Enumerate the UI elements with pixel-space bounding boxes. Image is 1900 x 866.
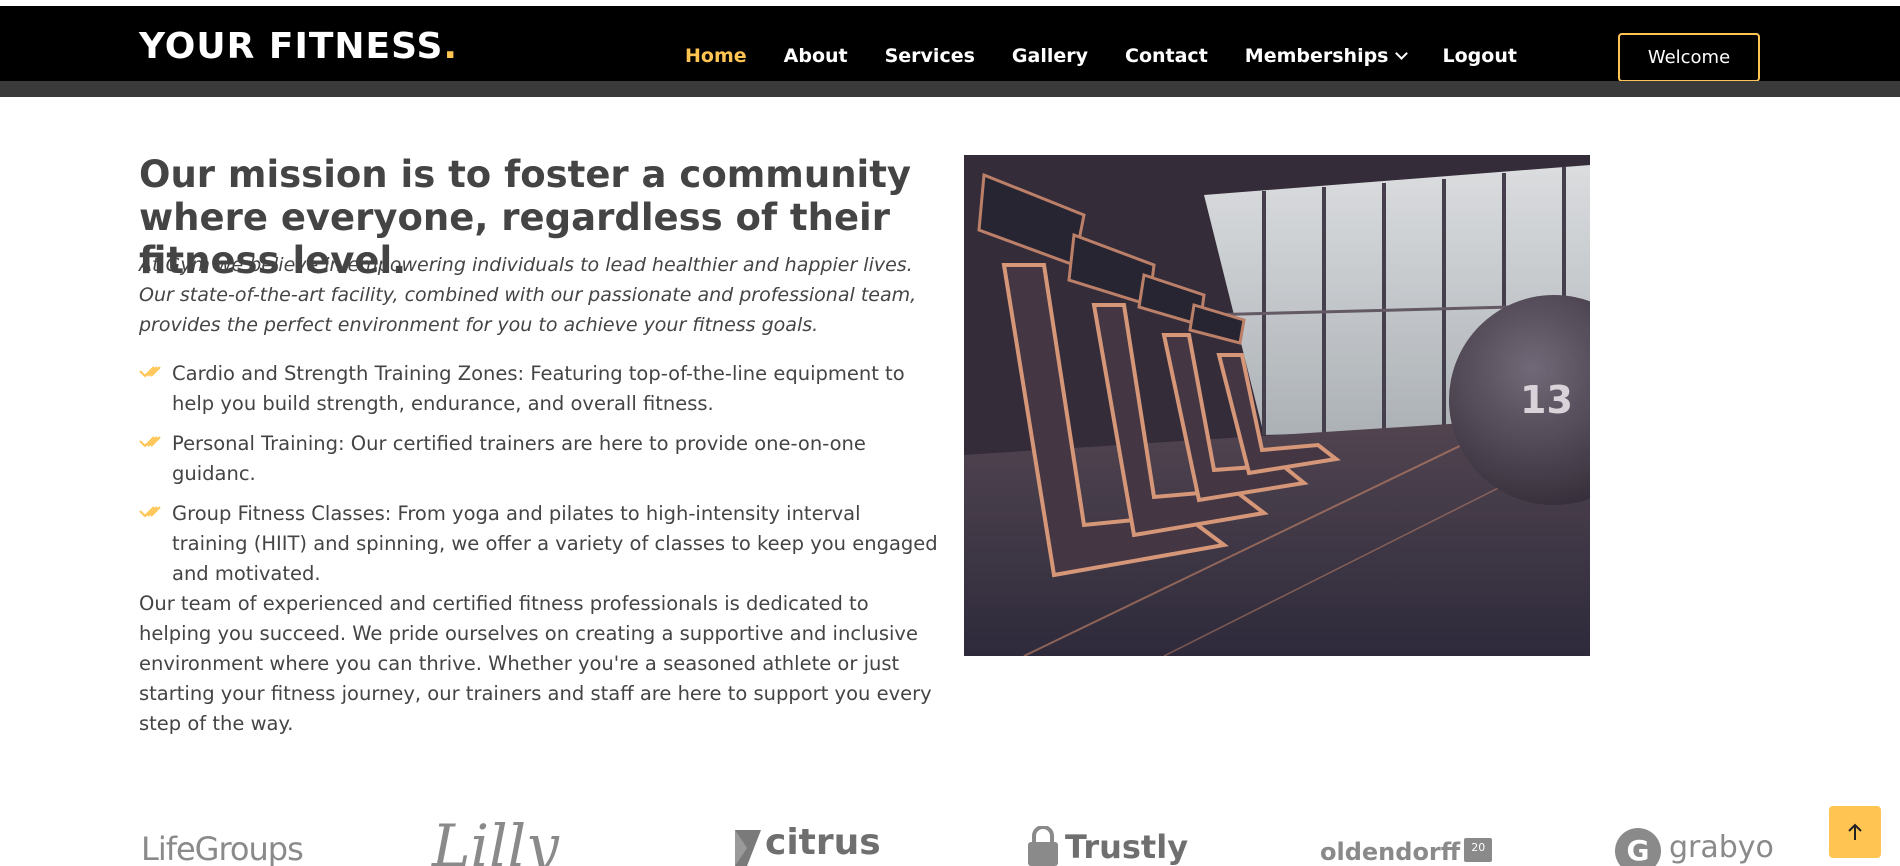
header-bottom-strip	[0, 81, 1900, 97]
client-logo-lifegroups: LifeGroups	[141, 818, 304, 866]
double-check-icon	[139, 506, 161, 518]
double-check-icon	[139, 436, 161, 448]
nav-gallery[interactable]: Gallery	[1012, 45, 1088, 67]
about-lead: At Gym we believe in empowering individu…	[139, 254, 917, 336]
site-header: YOUR FITNESS. Home About Services Galler…	[0, 6, 1900, 82]
client-logo-text: Trustly	[1065, 828, 1189, 866]
nav-logout[interactable]: Logout	[1443, 45, 1517, 67]
double-check-icon	[139, 366, 161, 378]
welcome-button[interactable]: Welcome	[1618, 33, 1760, 82]
gym-illustration: 13	[964, 155, 1590, 656]
feature-text: Personal Training: Our certified trainer…	[172, 432, 866, 485]
client-logo-text: grabyo	[1669, 830, 1774, 865]
logo-text: YOUR FITNESS	[139, 26, 444, 67]
nav-services[interactable]: Services	[885, 45, 975, 67]
nav-home[interactable]: Home	[685, 45, 747, 67]
client-logo-text: citrus	[765, 822, 881, 863]
logo-dot: .	[443, 26, 459, 67]
client-logo-text: LifeGroups	[141, 830, 304, 866]
feature-item: Cardio and Strength Training Zones: Feat…	[139, 359, 939, 419]
oldendorff-badge: 20	[1464, 838, 1493, 862]
feature-item: Group Fitness Classes: From yoga and pil…	[139, 499, 939, 589]
grabyo-g-icon: G	[1615, 828, 1661, 866]
nav-memberships[interactable]: Memberships	[1244, 45, 1408, 67]
feature-list: Cardio and Strength Training Zones: Feat…	[139, 359, 939, 599]
lock-icon	[1028, 826, 1058, 866]
back-to-top-button[interactable]	[1829, 806, 1881, 858]
chevron-down-icon	[1394, 46, 1408, 60]
client-logo-citrus: citrus	[731, 818, 881, 866]
site-logo[interactable]: YOUR FITNESS.	[139, 26, 458, 68]
feature-text: Cardio and Strength Training Zones: Feat…	[172, 362, 905, 415]
client-logo-grabyo: G grabyo	[1615, 818, 1774, 866]
about-body: Our team of experienced and certified fi…	[139, 592, 932, 735]
feature-text: Group Fitness Classes: From yoga and pil…	[172, 502, 938, 585]
client-logo-trustly: Trustly	[1025, 818, 1188, 866]
arrow-up-icon	[1848, 823, 1862, 840]
nav-memberships-label: Memberships	[1244, 45, 1389, 67]
gym-treadmills-image: 13	[964, 155, 1590, 656]
main-nav: Home About Services Gallery Contact Memb…	[685, 40, 1517, 72]
feature-item: Personal Training: Our certified trainer…	[139, 429, 939, 489]
nav-about[interactable]: About	[784, 45, 848, 67]
citrus-mark-icon	[735, 830, 761, 866]
client-logo-text: oldendorff	[1320, 838, 1461, 866]
nav-contact[interactable]: Contact	[1125, 45, 1208, 67]
client-logo-lilly: Lilly	[432, 812, 559, 866]
client-logo-oldendorff: oldendorff 20	[1320, 818, 1493, 866]
client-logo-text: Lilly	[432, 812, 559, 866]
